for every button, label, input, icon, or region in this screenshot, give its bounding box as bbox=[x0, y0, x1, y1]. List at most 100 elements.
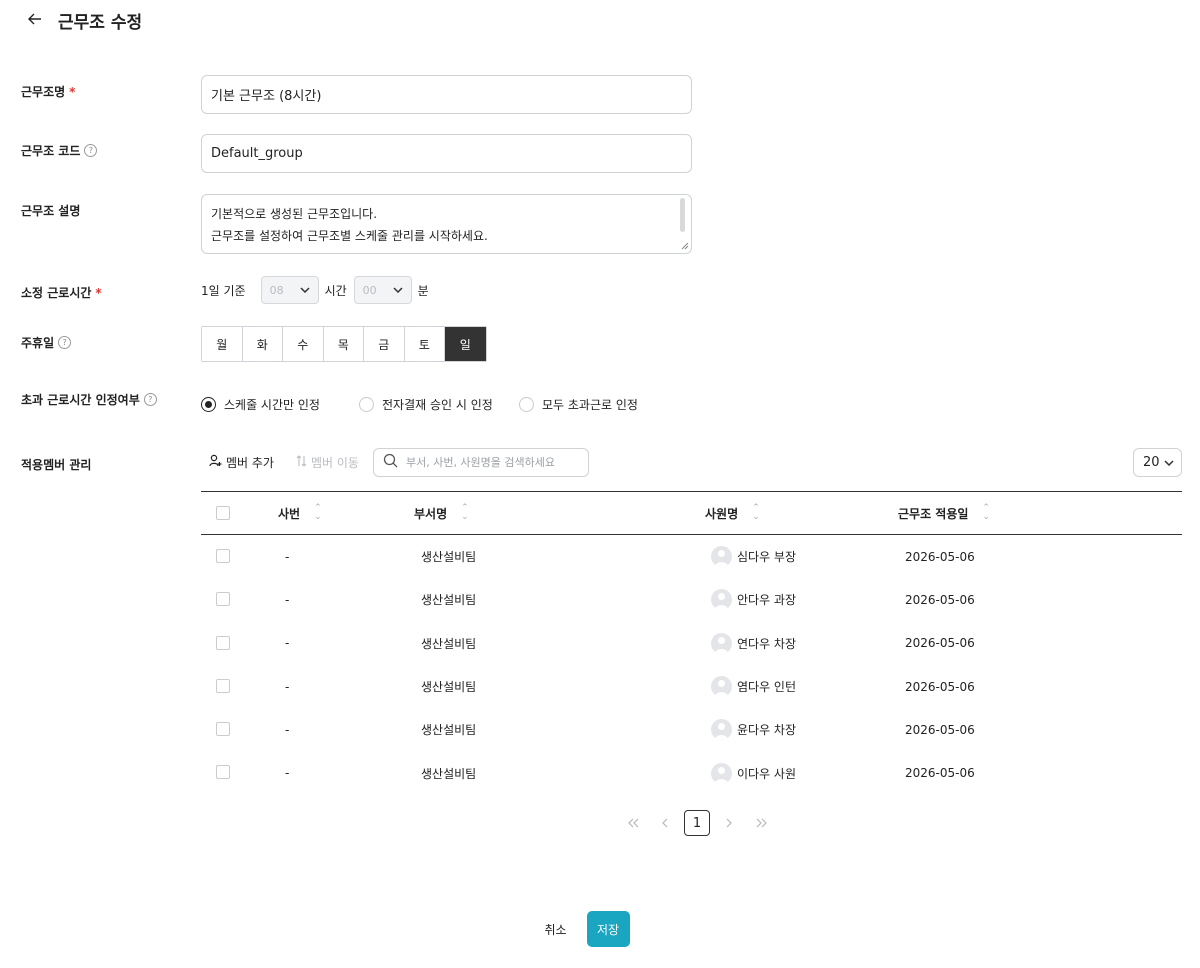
cancel-button[interactable]: 취소 bbox=[536, 911, 576, 947]
members-field-label: 적용멤버 관리 bbox=[21, 458, 92, 472]
column-header-date[interactable]: 근무조 적용일 ⌃ ⌄ bbox=[898, 492, 990, 534]
cell-dept: 생산설비팀 bbox=[421, 593, 477, 608]
next-page-icon[interactable] bbox=[713, 810, 745, 836]
row-checkbox[interactable] bbox=[216, 722, 230, 737]
textarea-scrollbar[interactable] bbox=[680, 198, 685, 232]
shift-name-input[interactable] bbox=[201, 75, 692, 114]
chevron-down-icon bbox=[300, 285, 310, 296]
resize-grip-icon[interactable] bbox=[679, 240, 689, 250]
cell-emp-no: - bbox=[285, 549, 290, 564]
row-checkbox[interactable] bbox=[216, 549, 230, 563]
cell-date: 2026-05-06 bbox=[905, 592, 975, 607]
pagination: 1 bbox=[617, 810, 777, 836]
cell-name: 이다우 사원 bbox=[711, 751, 796, 794]
cell-name: 심다우 부장 bbox=[711, 535, 796, 578]
day-wed[interactable]: 수 bbox=[283, 327, 324, 361]
avatar bbox=[711, 546, 732, 568]
user-plus-icon bbox=[209, 454, 222, 470]
sort-icon[interactable]: ⌃ ⌄ bbox=[461, 504, 469, 522]
table-row[interactable]: - 생산설비팀 윤다우 차장 2026-05-06 bbox=[201, 708, 1182, 751]
overtime-radio-group: 스케줄 시간만 인정 전자결재 승인 시 인정 모두 초과근로 인정 bbox=[201, 396, 638, 413]
hour-unit-text: 시간 bbox=[324, 283, 347, 298]
cell-emp-no: - bbox=[285, 679, 290, 694]
cell-emp-no: - bbox=[285, 722, 290, 737]
table-row[interactable]: - 생산설비팀 이다우 사원 2026-05-06 bbox=[201, 751, 1182, 794]
cell-dept: 생산설비팀 bbox=[421, 723, 477, 738]
hours-basis-text: 1일 기준 bbox=[201, 283, 246, 298]
avatar bbox=[711, 632, 732, 654]
cell-emp-no: - bbox=[285, 766, 290, 781]
overtime-option-schedule[interactable]: 스케줄 시간만 인정 bbox=[201, 396, 359, 413]
sort-icon[interactable]: ⌃ ⌄ bbox=[982, 504, 990, 522]
overtime-option-approval[interactable]: 전자결재 승인 시 인정 bbox=[359, 396, 519, 413]
row-checkbox[interactable] bbox=[216, 592, 230, 607]
cell-name: 윤다우 차장 bbox=[711, 708, 796, 751]
hour-select[interactable]: 08 bbox=[260, 276, 319, 304]
sort-icon[interactable]: ⌃ ⌄ bbox=[314, 504, 322, 522]
cell-name: 염다우 인턴 bbox=[711, 665, 796, 708]
day-fri[interactable]: 금 bbox=[364, 327, 405, 361]
required-mark: * bbox=[95, 285, 102, 300]
name-field-label: 근무조명 * bbox=[21, 84, 76, 100]
last-page-icon[interactable] bbox=[745, 810, 777, 836]
cell-date: 2026-05-06 bbox=[905, 636, 975, 651]
page-number-current[interactable]: 1 bbox=[684, 810, 710, 836]
cell-name: 안다우 과장 bbox=[711, 578, 796, 621]
sort-icon[interactable]: ⌃ ⌄ bbox=[752, 504, 760, 522]
minute-select[interactable]: 00 bbox=[353, 276, 412, 304]
add-member-button[interactable]: 멤버 추가 bbox=[201, 448, 282, 476]
chevron-down-icon bbox=[1164, 455, 1174, 470]
sort-arrows-icon bbox=[296, 454, 307, 470]
radio-unchecked-icon bbox=[359, 397, 374, 412]
avatar bbox=[711, 589, 732, 611]
table-row[interactable]: - 생산설비팀 안다우 과장 2026-05-06 bbox=[201, 578, 1182, 621]
select-all-checkbox[interactable] bbox=[216, 506, 230, 520]
cell-date: 2026-05-06 bbox=[905, 549, 975, 564]
shift-code-input[interactable] bbox=[201, 134, 692, 173]
required-mark: * bbox=[69, 84, 76, 99]
page-header: 근무조 수정 bbox=[28, 8, 143, 33]
help-circle-icon[interactable]: ? bbox=[84, 144, 98, 157]
column-header-emp-no[interactable]: 사번 ⌃ ⌄ bbox=[278, 492, 322, 534]
save-button[interactable]: 저장 bbox=[586, 911, 630, 947]
cell-date: 2026-05-06 bbox=[905, 679, 975, 694]
overtime-field-label: 초과 근로시간 인정여부 ? bbox=[21, 391, 157, 408]
avatar bbox=[711, 762, 732, 784]
minute-unit-text: 분 bbox=[417, 283, 429, 298]
row-checkbox[interactable] bbox=[216, 765, 230, 780]
member-search-box[interactable] bbox=[372, 447, 589, 477]
page-title: 근무조 수정 bbox=[58, 12, 143, 33]
row-checkbox[interactable] bbox=[216, 635, 230, 650]
avatar bbox=[711, 676, 732, 698]
column-header-name[interactable]: 사원명 ⌃ ⌄ bbox=[705, 492, 760, 534]
first-page-icon[interactable] bbox=[617, 810, 649, 836]
arrow-left-icon[interactable] bbox=[28, 12, 42, 28]
member-table: 사번 ⌃ ⌄ 부서명 ⌃ ⌄ 사원명 ⌃ ⌄ 근무조 적용일 ⌃ ⌄ - 생산설비팀 심… bbox=[201, 491, 1182, 795]
member-search-input[interactable] bbox=[405, 455, 576, 469]
overtime-option-all[interactable]: 모두 초과근로 인정 bbox=[519, 396, 638, 413]
table-row[interactable]: - 생산설비팀 심다우 부장 2026-05-06 bbox=[201, 535, 1182, 578]
day-sat[interactable]: 토 bbox=[404, 327, 445, 361]
page-size-select[interactable]: 20 bbox=[1133, 448, 1182, 477]
shift-description-textarea[interactable]: 기본적으로 생성된 근무조입니다. 근무조를 설정하여 근무조별 스케줄 관리를… bbox=[201, 194, 692, 254]
help-circle-icon[interactable]: ? bbox=[58, 336, 72, 349]
table-row[interactable]: - 생산설비팀 염다우 인턴 2026-05-06 bbox=[201, 665, 1182, 708]
column-header-dept[interactable]: 부서명 ⌃ ⌄ bbox=[414, 492, 469, 534]
day-sun[interactable]: 일 bbox=[445, 327, 486, 361]
day-tue[interactable]: 화 bbox=[242, 327, 283, 361]
day-thu[interactable]: 목 bbox=[323, 327, 364, 361]
cell-date: 2026-05-06 bbox=[905, 722, 975, 737]
prev-page-icon[interactable] bbox=[649, 810, 681, 836]
move-member-button[interactable]: 멤버 이동 bbox=[288, 448, 367, 476]
chevron-down-icon bbox=[393, 285, 403, 296]
code-field-label: 근무조 코드 ? bbox=[21, 142, 98, 159]
cell-name: 연다우 차장 bbox=[711, 622, 796, 665]
cell-dept: 생산설비팀 bbox=[421, 550, 477, 565]
cell-dept: 생산설비팀 bbox=[421, 766, 477, 781]
row-checkbox[interactable] bbox=[216, 678, 230, 693]
search-icon bbox=[383, 453, 398, 471]
table-row[interactable]: - 생산설비팀 연다우 차장 2026-05-06 bbox=[201, 622, 1182, 665]
description-field-label: 근무조 설명 bbox=[21, 204, 81, 218]
help-circle-icon[interactable]: ? bbox=[143, 393, 157, 406]
day-mon[interactable]: 월 bbox=[202, 327, 243, 361]
